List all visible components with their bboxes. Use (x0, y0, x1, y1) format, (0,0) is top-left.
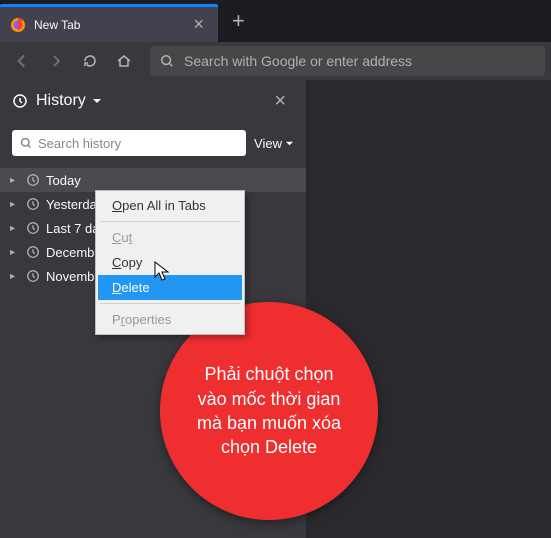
reload-button[interactable] (74, 45, 106, 77)
clock-icon (26, 197, 40, 211)
chevron-right-icon: ▸ (10, 175, 22, 186)
history-item-today[interactable]: ▸ Today (0, 168, 306, 192)
search-icon (160, 54, 174, 68)
address-placeholder: Search with Google or enter address (184, 53, 412, 69)
clock-icon (26, 221, 40, 235)
menu-separator (100, 303, 240, 304)
menu-copy[interactable]: Copy (98, 250, 242, 275)
nav-toolbar: Search with Google or enter address (0, 42, 551, 80)
menu-separator (100, 221, 240, 222)
search-placeholder: Search history (38, 136, 121, 151)
home-button[interactable] (108, 45, 140, 77)
history-icon (12, 93, 28, 109)
tab-bar: New Tab × + (0, 0, 551, 42)
back-button[interactable] (6, 45, 38, 77)
menu-open-all-tabs[interactable]: Open All in Tabs (98, 193, 242, 218)
menu-cut: Cut (98, 225, 242, 250)
address-bar[interactable]: Search with Google or enter address (150, 46, 545, 76)
chevron-right-icon: ▸ (10, 247, 22, 258)
chevron-right-icon: ▸ (10, 199, 22, 210)
clock-icon (26, 269, 40, 283)
view-menu-button[interactable]: View (254, 136, 294, 151)
search-icon (20, 137, 32, 149)
context-menu: Open All in Tabs Cut Copy Delete Propert… (95, 190, 245, 335)
firefox-icon (10, 17, 26, 33)
sidebar-title[interactable]: History (36, 92, 266, 110)
forward-button[interactable] (40, 45, 72, 77)
callout-text: Phải chuột chọn vào mốc thời gian mà bạn… (188, 362, 350, 459)
history-item-label: Today (46, 173, 81, 188)
sidebar-header: History × (0, 80, 306, 122)
chevron-right-icon: ▸ (10, 223, 22, 234)
clock-icon (26, 173, 40, 187)
tab-title: New Tab (34, 18, 189, 32)
menu-properties: Properties (98, 307, 242, 332)
clock-icon (26, 245, 40, 259)
search-history-input[interactable]: Search history (12, 130, 246, 156)
tab-close-button[interactable]: × (189, 14, 208, 35)
sidebar-close-button[interactable]: × (266, 86, 294, 117)
chevron-right-icon: ▸ (10, 271, 22, 282)
menu-delete[interactable]: Delete (98, 275, 242, 300)
browser-tab[interactable]: New Tab × (0, 4, 218, 42)
new-tab-button[interactable]: + (218, 8, 259, 34)
